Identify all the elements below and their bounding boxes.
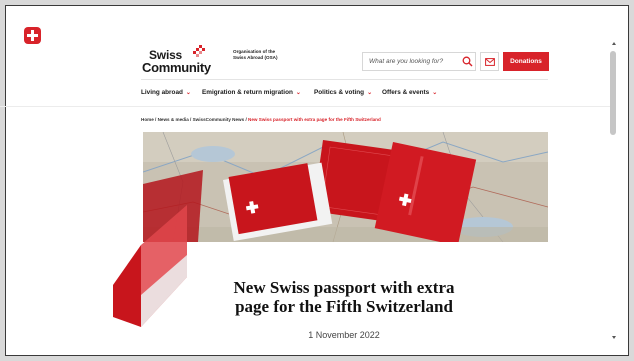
- nav-item-label: Politics & voting: [314, 89, 365, 96]
- swisscommunity-logo[interactable]: Swiss Community: [141, 44, 221, 75]
- chevron-down-icon: ⌄: [185, 90, 191, 96]
- header-divider: [141, 79, 548, 80]
- hero-image: [143, 132, 548, 242]
- nav-item-label: Emigration & return migration: [202, 89, 293, 96]
- donations-button[interactable]: Donations: [503, 52, 549, 71]
- nav-item-label: Offers & events: [382, 89, 430, 96]
- article-title-line-2: page for the Fifth Switzerland: [235, 297, 453, 316]
- passport-map-illustration: [143, 132, 548, 242]
- breadcrumb: Home / News & media / SwissCommunity New…: [141, 117, 381, 122]
- swiss-flag-icon[interactable]: [24, 27, 41, 44]
- org-line-2: Swiss Abroad (OSA): [233, 55, 278, 60]
- scroll-up-arrow-icon[interactable]: [612, 42, 616, 45]
- nav-item-politics[interactable]: Politics & voting ⌄: [314, 89, 372, 96]
- logo-mark-icon: [193, 45, 205, 57]
- search-input[interactable]: What are you looking for?: [362, 52, 476, 71]
- newsletter-button[interactable]: [480, 52, 499, 71]
- chevron-down-icon: ⌄: [295, 90, 301, 96]
- nav-item-emigration[interactable]: Emigration & return migration ⌄: [202, 89, 301, 96]
- search-icon[interactable]: [462, 56, 473, 67]
- organisation-tagline: Organisation of the Swiss Abroad (OSA): [233, 49, 303, 61]
- breadcrumb-swisscommunity-news[interactable]: SwissCommunity News: [193, 117, 245, 122]
- article-title-line-1: New Swiss passport with extra: [233, 278, 455, 297]
- logo-word-community: Community: [142, 60, 211, 75]
- nav-item-living-abroad[interactable]: Living abroad ⌄: [141, 89, 191, 96]
- scroll-down-arrow-icon[interactable]: [612, 336, 616, 339]
- mail-icon: [485, 58, 495, 66]
- article-date: 1 November 2022: [308, 330, 380, 340]
- nav-item-offers[interactable]: Offers & events ⌄: [382, 89, 437, 96]
- chevron-down-icon: ⌄: [432, 90, 438, 96]
- scroll-thumb[interactable]: [610, 51, 616, 135]
- breadcrumb-news-media[interactable]: News & media: [158, 117, 189, 122]
- breadcrumb-current: New Swiss passport with extra page for t…: [248, 117, 381, 122]
- decorative-red-shape: [113, 205, 187, 327]
- vertical-scrollbar[interactable]: [609, 37, 618, 351]
- navigation-divider: [0, 106, 610, 107]
- search-placeholder: What are you looking for?: [369, 58, 444, 65]
- article-title: New Swiss passport with extra page for t…: [200, 278, 488, 316]
- nav-item-label: Living abroad: [141, 89, 183, 96]
- chevron-down-icon: ⌄: [367, 90, 373, 96]
- breadcrumb-home[interactable]: Home: [141, 117, 154, 122]
